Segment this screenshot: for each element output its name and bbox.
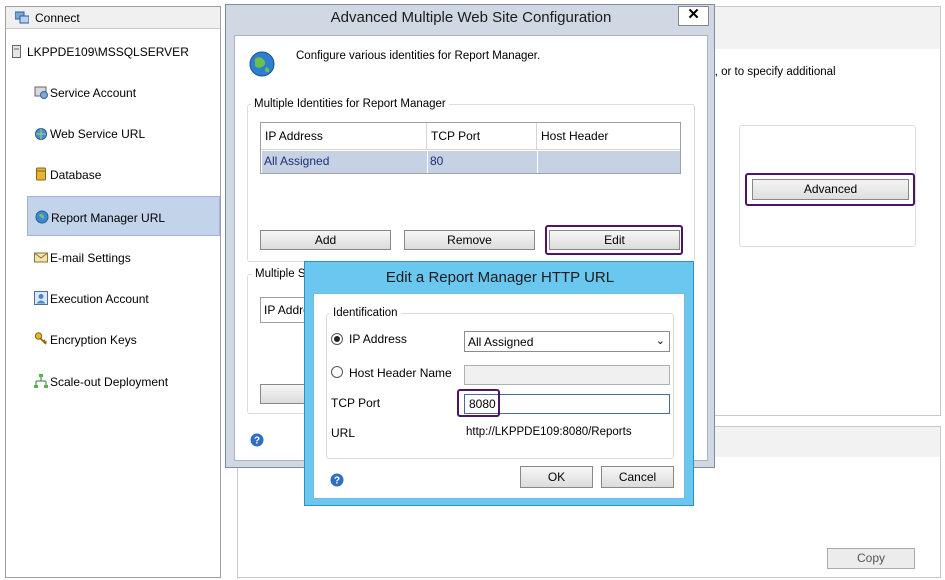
tcp-port-label: TCP Port [331,396,381,410]
host-header-label: Host Header Name [349,366,452,380]
execution-account-icon [34,291,48,305]
sidebar-item-service-account[interactable]: Service Account [27,72,220,112]
sidebar-item-execution-account[interactable]: Execution Account [27,278,220,318]
help-icon[interactable]: ? [330,473,344,487]
group-label: Identification [330,307,401,319]
sidebar-item-report-manager-url[interactable]: Report Manager URL [27,196,220,236]
cell-host [538,151,680,172]
advanced-highlight-box [745,173,915,206]
close-button[interactable]: ✕ [678,6,709,26]
table-row[interactable]: All Assigned 80 [262,151,680,173]
close-icon: ✕ [687,6,700,23]
server-icon [12,45,21,58]
service-account-icon [34,86,48,99]
connect-toolbar[interactable]: Connect [6,7,220,29]
edit-highlight-box [545,225,683,255]
ip-address-label: IP Address [349,332,407,346]
column-header-port[interactable]: TCP Port [427,123,537,150]
identities-table: IP Address TCP Port Host Header All Assi… [260,122,681,174]
port-highlight-box [457,389,500,417]
host-header-field[interactable] [464,365,670,385]
ok-button[interactable]: OK [520,466,593,488]
cell-ip: All Assigned [264,154,330,168]
remove-button[interactable]: Remove [404,230,535,250]
edit-url-dialog: Edit a Report Manager HTTP URL Identific… [304,261,694,506]
sidebar-item-label: Report Manager URL [51,211,166,225]
sidebar-item-encryption-keys[interactable]: Encryption Keys [27,319,220,359]
email-icon [34,252,48,263]
dialog-title: Edit a Report Manager HTTP URL [385,269,615,286]
connect-label: Connect [35,11,80,25]
ip-address-radio[interactable] [331,333,343,345]
web-service-url-icon [35,128,47,140]
dialog-description: Configure various identities for Report … [296,50,541,62]
sidebar-item-label: Web Service URL [50,127,146,141]
column-header-host[interactable]: Host Header [537,123,680,150]
help-icon[interactable]: ? [250,433,264,447]
ip-address-value: All Assigned [468,335,534,349]
sidebar-item-label: Database [50,168,102,182]
globe-icon [249,51,275,77]
sidebar-item-label: Encryption Keys [50,333,137,347]
cancel-button[interactable]: Cancel [601,466,674,488]
sidebar-item-label: Scale-out Deployment [50,375,169,389]
sidebar-item-label: Service Account [50,86,137,100]
column-divider [537,151,538,173]
server-node[interactable]: LKPPDE109\MSSQLSERVER [12,45,189,61]
database-icon [36,167,46,181]
add-button[interactable]: Add [260,230,391,250]
connection-sidebar: Connect LKPPDE109\MSSQLSERVER Service Ac… [5,6,221,578]
connect-icon [15,11,29,24]
column-header-ip[interactable]: IP Addre [264,303,310,317]
sidebar-item-web-service-url[interactable]: Web Service URL [27,113,220,153]
column-header-ip[interactable]: IP Address [261,123,427,150]
keys-icon [34,332,48,345]
sidebar-item-scale-out-deployment[interactable]: Scale-out Deployment [27,361,220,401]
svg-text:?: ? [254,436,260,447]
chevron-down-icon: ⌄ [655,335,665,347]
sidebar-item-label: E-mail Settings [50,251,131,265]
group-label: Multiple Identities for Report Manager [251,98,449,110]
panel-header [714,7,940,49]
server-name: LKPPDE109\MSSQLSERVER [27,45,189,59]
dialog-title: Advanced Multiple Web Site Configuration [330,9,612,26]
copy-button[interactable]: Copy [827,548,915,569]
url-label: URL [331,426,356,440]
scale-out-icon [34,374,48,388]
host-header-radio[interactable] [331,366,343,378]
sidebar-item-email-settings[interactable]: E-mail Settings [27,237,220,277]
url-value: http://LKPPDE109:8080/Reports [466,426,632,438]
cell-port: 80 [430,154,444,168]
report-manager-url-icon [35,210,49,224]
column-divider [427,151,428,173]
dialog-body: Identification IP Address All Assigned ⌄… [313,293,685,499]
svg-text:?: ? [334,476,340,487]
background-description: s, or to specify additional [709,66,836,78]
sidebar-item-label: Execution Account [50,292,149,306]
sidebar-item-database[interactable]: Database [27,154,220,194]
ip-address-select[interactable]: All Assigned ⌄ [464,331,670,352]
